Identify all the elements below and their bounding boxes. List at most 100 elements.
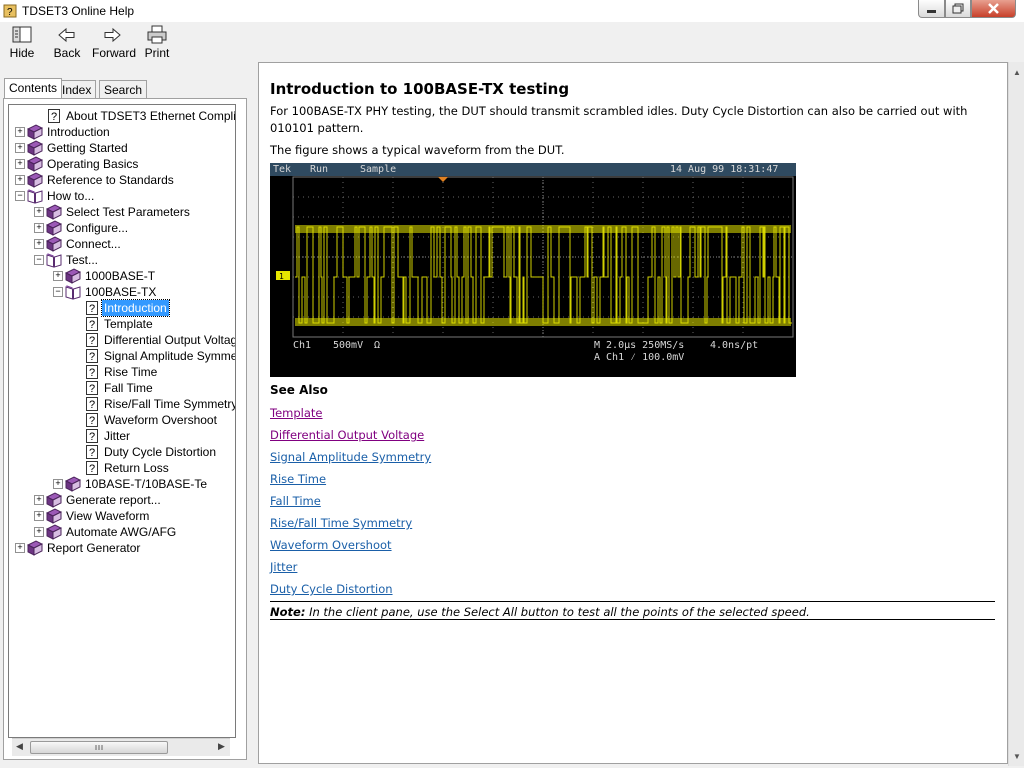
- tree-item[interactable]: + Operating Basics: [9, 156, 235, 172]
- expand-icon[interactable]: +: [53, 479, 63, 489]
- expand-icon[interactable]: +: [34, 223, 44, 233]
- content-vertical-scrollbar[interactable]: ▲ ▼: [1008, 62, 1024, 766]
- tree-item[interactable]: +10BASE-T/10BASE-Te: [9, 476, 235, 492]
- hide-icon: [12, 26, 32, 43]
- tree-item[interactable]: + Reference to Standards: [9, 172, 235, 188]
- tab-search[interactable]: Search: [99, 80, 148, 98]
- tree-item[interactable]: − Test...: [9, 252, 235, 268]
- scroll-thumb[interactable]: [30, 741, 168, 754]
- tree-item[interactable]: ? Rise/Fall Time Symmetry: [9, 396, 235, 412]
- tree-item[interactable]: + Report Generator: [9, 540, 235, 556]
- see-also-link[interactable]: Fall Time: [270, 494, 321, 508]
- scroll-left-arrow-icon[interactable]: ◀: [16, 741, 23, 752]
- tree-item[interactable]: + View Waveform: [9, 508, 235, 524]
- tree-item[interactable]: ? Return Loss: [9, 460, 235, 476]
- expand-icon[interactable]: +: [53, 271, 63, 281]
- tab-contents[interactable]: Contents: [4, 78, 63, 98]
- svg-text:?: ?: [51, 111, 57, 123]
- tree-item[interactable]: ? Differential Output Voltage: [9, 332, 235, 348]
- tree-item[interactable]: + Configure...: [9, 220, 235, 236]
- expand-icon[interactable]: +: [34, 527, 44, 537]
- tree-item[interactable]: ? Fall Time: [9, 380, 235, 396]
- tree-item-label: Return Loss: [104, 461, 169, 475]
- book-closed-icon: [65, 476, 81, 492]
- svg-text:?: ?: [89, 447, 95, 459]
- tree-item-label: Getting Started: [47, 141, 128, 155]
- note-text: In the client pane, use the Select All b…: [305, 605, 810, 619]
- tree-item[interactable]: ? About TDSET3 Ethernet Compliance T: [9, 108, 235, 124]
- tree-item[interactable]: + Introduction: [9, 124, 235, 140]
- forward-button[interactable]: Forward: [92, 25, 136, 60]
- expand-icon[interactable]: +: [34, 495, 44, 505]
- tree-item[interactable]: ? Template: [9, 316, 235, 332]
- tab-contents-label: Contents: [9, 81, 58, 95]
- svg-text:?: ?: [89, 319, 95, 331]
- waveform-bottom-band: [295, 318, 791, 326]
- tree-item[interactable]: + Automate AWG/AFG: [9, 524, 235, 540]
- tree-item[interactable]: ? Rise Time: [9, 364, 235, 380]
- note-bottom-rule: [270, 619, 995, 620]
- scroll-up-arrow-icon[interactable]: ▲: [1013, 68, 1021, 77]
- see-also-link[interactable]: Duty Cycle Distortion: [270, 582, 393, 596]
- forward-arrow-icon: [104, 27, 121, 43]
- tree-item[interactable]: + Connect...: [9, 236, 235, 252]
- tree-item[interactable]: − How to...: [9, 188, 235, 204]
- tree-item-label: Operating Basics: [47, 157, 139, 171]
- tree-item[interactable]: ? Duty Cycle Distortion: [9, 444, 235, 460]
- trigger-position-marker: [438, 177, 448, 182]
- help-page-icon: ?: [86, 461, 98, 475]
- tree-horizontal-scrollbar[interactable]: ◀ ▶: [12, 738, 230, 756]
- tree-item-label: Generate report...: [66, 493, 161, 507]
- see-also-link[interactable]: Signal Amplitude Symmetry: [270, 450, 431, 464]
- see-also-link[interactable]: Jitter: [270, 560, 297, 574]
- see-also-heading: See Also: [270, 383, 328, 397]
- back-button[interactable]: Back: [47, 25, 87, 60]
- back-label: Back: [53, 46, 81, 60]
- expand-icon[interactable]: +: [15, 175, 25, 185]
- minimize-button[interactable]: [918, 0, 945, 18]
- collapse-icon[interactable]: −: [34, 255, 44, 265]
- scroll-right-arrow-icon[interactable]: ▶: [218, 741, 225, 752]
- expand-icon[interactable]: +: [15, 159, 25, 169]
- tree-item[interactable]: ? Signal Amplitude Symmetry: [9, 348, 235, 364]
- tree-item-label: Introduction: [47, 125, 110, 139]
- see-also-link[interactable]: Rise/Fall Time Symmetry: [270, 516, 412, 530]
- see-also-link[interactable]: Rise Time: [270, 472, 326, 486]
- tab-index[interactable]: Index: [57, 80, 97, 98]
- restore-button[interactable]: [945, 0, 971, 18]
- close-button[interactable]: [971, 0, 1016, 18]
- tree-item[interactable]: − 100BASE-TX: [9, 284, 235, 300]
- tree-item[interactable]: + Getting Started: [9, 140, 235, 156]
- expand-icon[interactable]: +: [34, 207, 44, 217]
- see-also-link[interactable]: Waveform Overshoot: [270, 538, 392, 552]
- expand-icon[interactable]: +: [15, 543, 25, 553]
- help-page-icon: ?: [86, 381, 98, 395]
- toolbar: Hide Back Forward Print: [0, 22, 1024, 62]
- collapse-icon[interactable]: −: [15, 191, 25, 201]
- tree-item-label: Configure...: [66, 221, 129, 235]
- tree-item-label: 10BASE-T/10BASE-Te: [85, 477, 208, 491]
- expand-icon[interactable]: +: [15, 143, 25, 153]
- tree-item[interactable]: ? Jitter: [9, 428, 235, 444]
- expand-icon[interactable]: +: [15, 127, 25, 137]
- book-open-icon: [27, 189, 43, 204]
- expand-icon[interactable]: +: [34, 239, 44, 249]
- tree-item[interactable]: ? Introduction: [9, 299, 235, 317]
- tree-item[interactable]: + Generate report...: [9, 492, 235, 508]
- scroll-down-arrow-icon[interactable]: ▼: [1013, 752, 1021, 761]
- help-page-icon: ?: [86, 301, 98, 315]
- tree-item[interactable]: ? Waveform Overshoot: [9, 412, 235, 428]
- book-closed-icon: [46, 508, 62, 524]
- see-also-link[interactable]: Template: [270, 406, 322, 420]
- book-closed-icon: [46, 524, 62, 540]
- see-also-link[interactable]: Differential Output Voltage: [270, 428, 424, 442]
- expand-icon[interactable]: +: [34, 511, 44, 521]
- tree-item[interactable]: + Select Test Parameters: [9, 204, 235, 220]
- collapse-icon[interactable]: −: [53, 287, 63, 297]
- tree-item-label: Report Generator: [47, 541, 141, 555]
- scope-channel-impedance: Ω: [374, 340, 381, 351]
- tree-item[interactable]: +1000BASE-T: [9, 268, 235, 284]
- hide-button[interactable]: Hide: [2, 25, 42, 60]
- contents-tree[interactable]: ? About TDSET3 Ethernet Compliance T + Intr…: [8, 104, 236, 738]
- print-button[interactable]: Print: [137, 25, 177, 60]
